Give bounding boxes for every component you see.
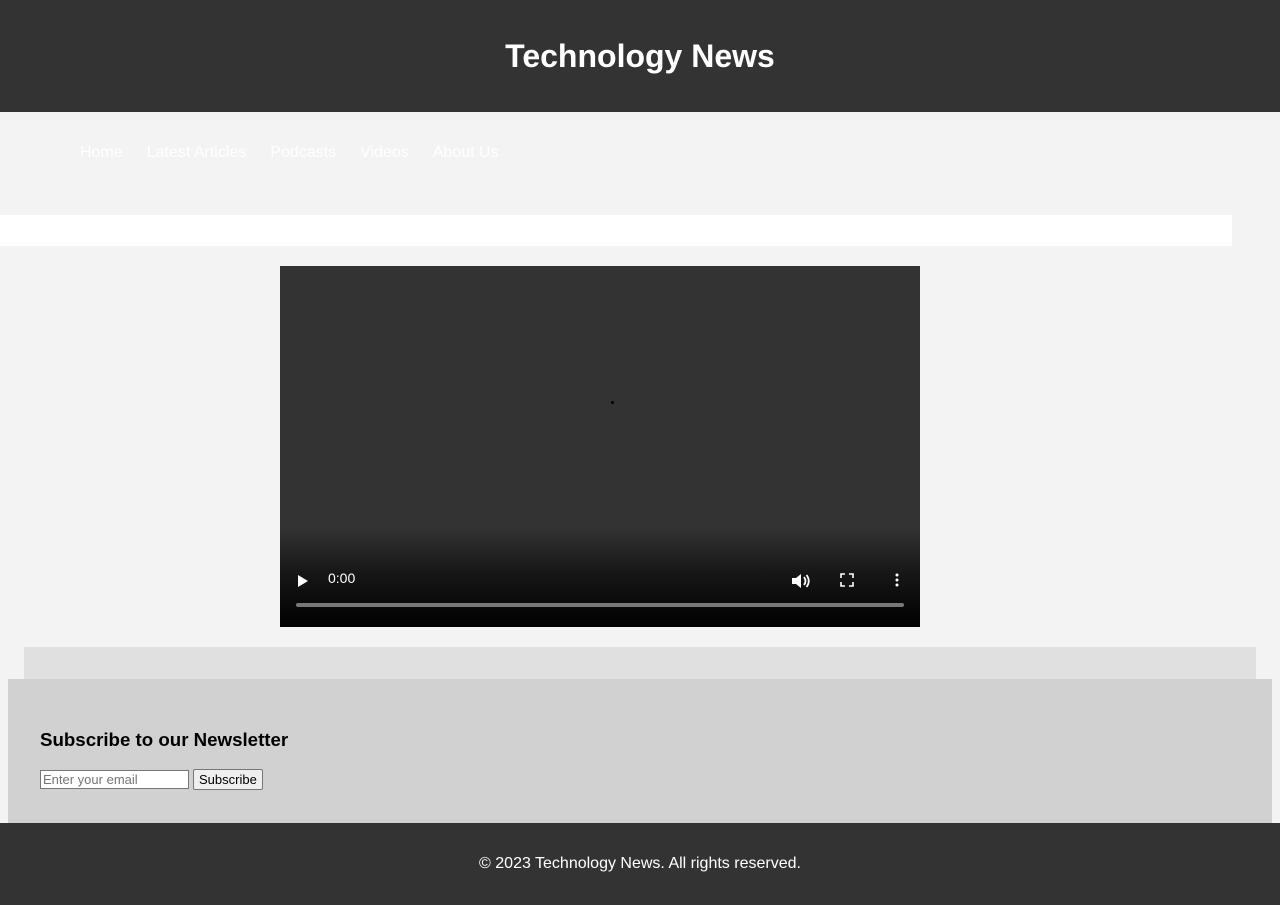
video-progress-bar[interactable] bbox=[296, 603, 904, 607]
play-icon[interactable] bbox=[298, 575, 308, 587]
newsletter-heading: Subscribe to our Newsletter bbox=[40, 729, 289, 750]
site-title: Technology News bbox=[505, 37, 775, 74]
nav-item-latest-articles: Latest Articles bbox=[147, 144, 247, 162]
nav-link-about-us[interactable]: About Us bbox=[433, 144, 499, 161]
nav-item-podcasts: Podcasts bbox=[270, 144, 336, 162]
video-player[interactable]: 0:00 bbox=[280, 266, 920, 627]
site-header: Technology News bbox=[0, 0, 1280, 112]
video-time-display: 0:00 bbox=[328, 570, 356, 586]
newsletter-section: Subscribe to our Newsletter Subscribe bbox=[8, 679, 1272, 823]
more-options-icon[interactable] bbox=[889, 572, 905, 588]
site-footer: © 2023 Technology News. All rights reser… bbox=[0, 823, 1280, 905]
nav-link-latest-articles[interactable]: Latest Articles bbox=[147, 144, 247, 161]
nav-item-about-us: About Us bbox=[433, 144, 499, 162]
nav-link-podcasts[interactable]: Podcasts bbox=[270, 144, 336, 161]
main-nav: Home Latest Articles Podcasts Videos Abo… bbox=[0, 112, 1280, 202]
copyright-text: © 2023 Technology News. All rights reser… bbox=[479, 855, 801, 872]
nav-list: Home Latest Articles Podcasts Videos Abo… bbox=[80, 144, 523, 162]
nav-link-videos[interactable]: Videos bbox=[360, 144, 409, 161]
video-frame-dot bbox=[611, 401, 614, 404]
content-strip bbox=[0, 215, 1232, 246]
nav-link-home[interactable]: Home bbox=[80, 144, 123, 161]
nav-item-videos: Videos bbox=[360, 144, 409, 162]
video-controls: 0:00 bbox=[280, 527, 920, 627]
volume-icon-graphic bbox=[792, 574, 810, 588]
nav-item-home: Home bbox=[80, 144, 123, 162]
subscribe-button[interactable]: Subscribe bbox=[193, 769, 263, 790]
newsletter-form: Subscribe bbox=[40, 769, 263, 790]
fullscreen-icon-graphic bbox=[840, 573, 854, 587]
more-options-icon-graphic bbox=[895, 573, 899, 587]
email-input[interactable] bbox=[40, 770, 189, 789]
volume-icon[interactable] bbox=[790, 572, 812, 590]
fullscreen-icon[interactable] bbox=[840, 573, 854, 587]
